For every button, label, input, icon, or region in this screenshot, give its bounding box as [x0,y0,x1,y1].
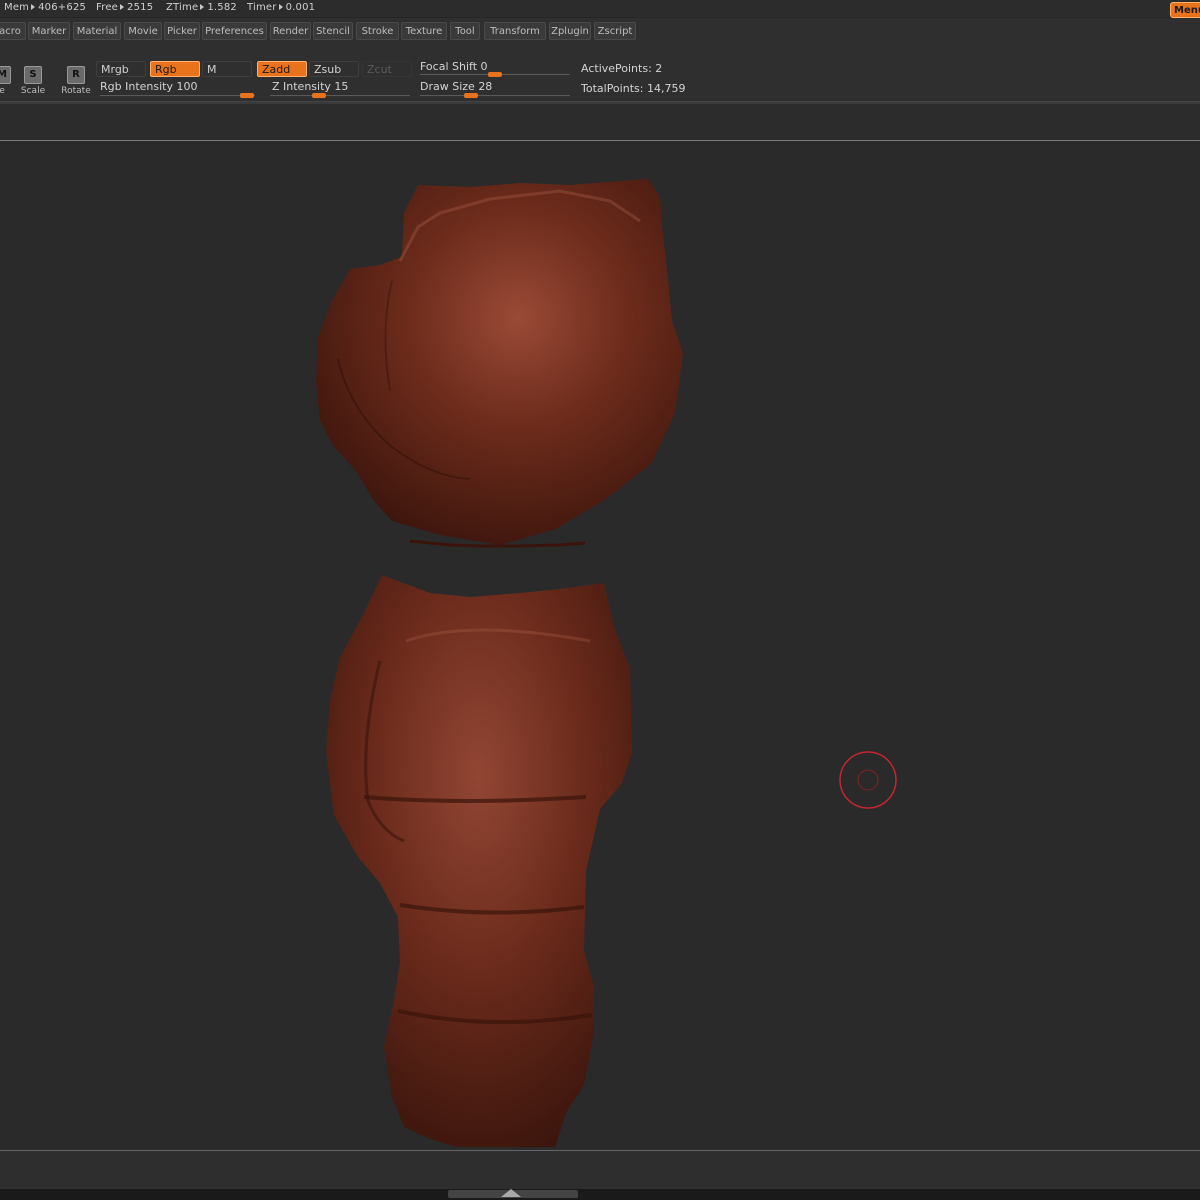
rgb-intensity-track[interactable] [100,95,255,96]
zsub-toggle[interactable]: Zsub [309,61,359,77]
free-status: Free 2515 [96,2,154,13]
rgb-intensity-knob[interactable] [240,93,254,98]
rotate-button[interactable]: R Rotate [58,66,94,96]
bottom-shelf [0,1151,1200,1189]
model-viewport[interactable] [0,141,1200,1150]
ztime-status: ZTime 1.582 [166,2,237,13]
z-intensity-slider[interactable]: Z Intensity 15 [272,80,348,93]
rotate-label: Rotate [61,86,91,96]
arrow-up-icon[interactable] [501,1189,521,1197]
scale-icon: S [24,66,42,84]
menu-render[interactable]: Render [270,22,311,40]
mrgb-toggle[interactable]: Mrgb [96,61,146,77]
forearm-mesh[interactable] [326,575,632,1147]
menu-zplugin[interactable]: Zplugin [549,22,591,40]
brush-cursor [839,751,897,809]
bottom-strip [0,1189,1200,1200]
menu-macro[interactable]: acro [0,22,26,40]
mem-status: Mem 406+625 [4,2,87,13]
menu-movie[interactable]: Movie [124,22,162,40]
rgb-toggle[interactable]: Rgb [150,61,200,77]
status-bar: Mem 406+625 Free 2515 ZTime 1.582 Timer 0.00… [0,0,1200,17]
menu-tool[interactable]: Tool [450,22,480,40]
zcut-toggle[interactable]: Zcut [362,61,412,77]
move-label: e [0,86,5,96]
menu-material[interactable]: Material [73,22,121,40]
scale-label: Scale [20,86,46,96]
menu-stencil[interactable]: Stencil [313,22,353,40]
draw-size-track[interactable] [420,95,570,96]
menu-button[interactable]: Menu [1170,2,1200,18]
active-points-readout: ActivePoints: 2 [581,62,663,75]
focal-shift-knob[interactable] [488,72,502,77]
timer-status: Timer 0.001 [247,2,316,13]
menu-zscript[interactable]: Zscript [594,22,636,40]
menu-picker[interactable]: Picker [164,22,200,40]
rgb-intensity-slider[interactable]: Rgb Intensity 100 [100,80,197,93]
menu-preferences[interactable]: Preferences [202,22,267,40]
menu-transform[interactable]: Transform [484,22,546,40]
move-icon: M [0,66,11,84]
menu-texture[interactable]: Texture [401,22,447,40]
m-toggle[interactable]: M [202,61,252,77]
draw-size-knob[interactable] [464,93,478,98]
move-button[interactable]: M e [0,66,12,96]
z-intensity-track[interactable] [270,95,410,96]
tool-shelf: M e S Scale R Rotate Mrgb Rgb M Zadd Zsu… [0,44,1200,101]
menu-marker[interactable]: Marker [28,22,70,40]
menu-bar: acro Marker Material Movie Picker Prefer… [0,18,1200,44]
focal-shift-slider[interactable]: Focal Shift 0 [420,60,488,73]
rotate-icon: R [67,66,85,84]
z-intensity-knob[interactable] [312,93,326,98]
draw-size-slider[interactable]: Draw Size 28 [420,80,492,93]
total-points-readout: TotalPoints: 14,759 [581,82,686,95]
document-canvas[interactable] [0,141,1200,1151]
document-bar [0,104,1200,141]
zadd-toggle[interactable]: Zadd [257,61,307,77]
scale-button[interactable]: S Scale [18,66,48,96]
menu-stroke[interactable]: Stroke [356,22,399,40]
upper-arm-mesh[interactable] [316,179,683,548]
